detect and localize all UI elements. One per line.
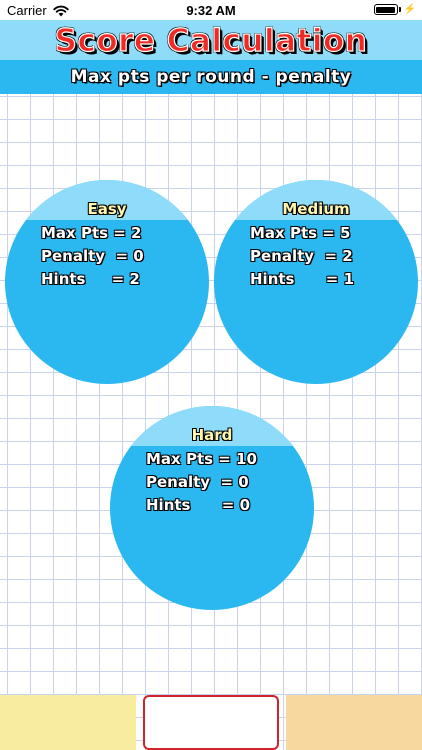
penalty-hard: Penalty = 0 — [146, 473, 249, 491]
level-card-easy: Easy Max Pts = 2 Penalty = 0 Hints = 2 — [5, 180, 209, 384]
level-name-easy: Easy — [87, 200, 127, 218]
level-card-hard: Hard Max Pts = 10 Penalty = 0 Hints = 0 — [110, 406, 314, 610]
status-time: 9:32 AM — [186, 3, 236, 18]
hints-medium: Hints = 1 — [250, 270, 355, 288]
penalty-medium: Penalty = 2 — [250, 247, 353, 265]
level-stats-easy: Max Pts = 2 Penalty = 0 Hints = 2 — [41, 222, 144, 291]
bottom-right-panel[interactable] — [286, 695, 422, 750]
page-title: Score Calculation — [54, 22, 368, 59]
battery-tip — [398, 7, 401, 12]
level-stats-hard: Max Pts = 10 Penalty = 0 Hints = 0 — [146, 448, 257, 517]
penalty-easy: Penalty = 0 — [41, 247, 144, 265]
level-name-hard: Hard — [191, 426, 233, 444]
bottom-left-panel[interactable] — [0, 695, 136, 750]
status-right: ⚡ — [373, 4, 416, 15]
status-bar: Carrier 9:32 AM ⚡ — [0, 0, 422, 20]
hints-hard: Hints = 0 — [146, 496, 251, 514]
bottom-center-button[interactable] — [143, 695, 279, 750]
level-card-medium: Medium Max Pts = 5 Penalty = 2 Hints = 1 — [214, 180, 418, 384]
max-pts-hard: Max Pts = 10 — [146, 450, 257, 468]
max-pts-easy: Max Pts = 2 — [41, 224, 142, 242]
hints-easy: Hints = 2 — [41, 270, 140, 288]
page-subtitle: Max pts per round - penalty — [70, 67, 352, 87]
level-name-medium: Medium — [282, 200, 350, 218]
max-pts-medium: Max Pts = 5 — [250, 224, 351, 242]
level-stats-medium: Max Pts = 5 Penalty = 2 Hints = 1 — [250, 222, 354, 291]
battery-icon — [373, 4, 398, 15]
battery-fill — [376, 6, 396, 13]
header-banner: Score Calculation Max pts per round - pe… — [0, 20, 422, 94]
charging-bolt-icon: ⚡ — [403, 4, 416, 15]
